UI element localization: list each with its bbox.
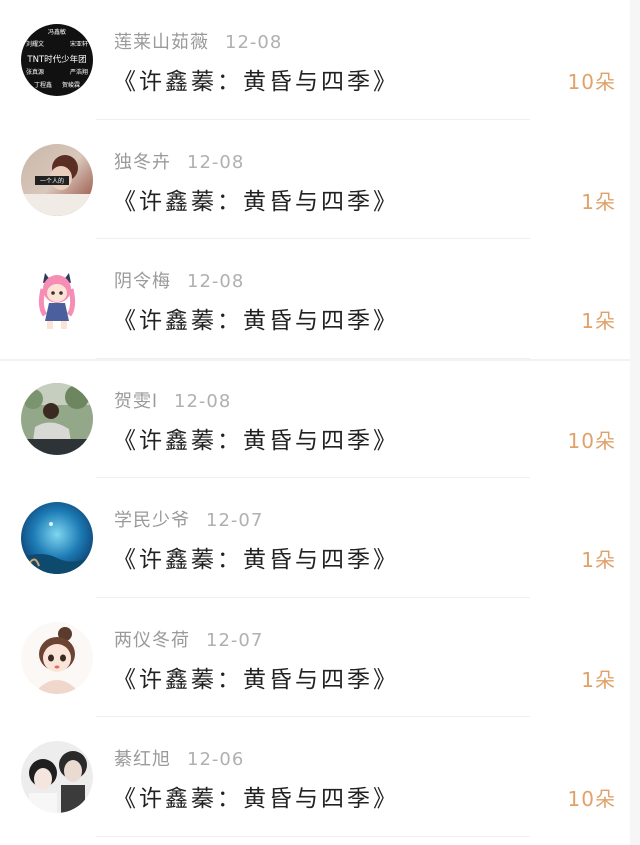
date: 12-08 <box>187 151 245 173</box>
avatar-text: 张真源 <box>26 68 44 76</box>
gift-count: 1朵 <box>581 548 616 572</box>
list-item[interactable]: 两仪冬荷 12-07 《许鑫蓁：黄昏与四季》 1朵 <box>0 597 640 717</box>
avatar-text: 贺峻霖 <box>62 81 80 89</box>
gift-count: 1朵 <box>581 667 616 692</box>
avatar-text: 冯鑫敏 <box>48 28 66 36</box>
item-title[interactable]: 《许鑫蓁：黄昏与四季》 <box>113 182 399 216</box>
gift-count: 10朵 <box>567 428 616 453</box>
couple-avatar-icon <box>21 741 93 813</box>
date: 12-07 <box>206 510 264 531</box>
avatar-text: 刘耀文 <box>26 40 44 48</box>
list-item[interactable]: 阴令梅 12-08 《许鑫蓁：黄昏与四季》 1朵 <box>0 239 640 359</box>
meta: 两仪冬荷 12-07 <box>114 626 263 652</box>
username[interactable]: 綦红旭 <box>114 749 171 770</box>
item-title[interactable]: 《许鑫蓁：黄昏与四季》 <box>113 779 399 813</box>
item-title[interactable]: 《许鑫蓁：黄昏与四季》 <box>113 301 399 335</box>
item-title[interactable]: 《许鑫蓁：黄昏与四季》 <box>113 540 399 574</box>
item-title[interactable]: 《许鑫蓁：黄昏与四季》 <box>113 62 399 96</box>
date: 12-08 <box>174 390 232 412</box>
avatar[interactable] <box>21 502 93 574</box>
avatar[interactable]: 冯鑫敏 刘耀文 宋亚轩 TNT时代少年团 张真源 严浩翔 丁程鑫 贺峻霖 <box>21 24 93 96</box>
scrollbar-track[interactable] <box>630 0 640 845</box>
gift-count: 1朵 <box>581 189 616 214</box>
avatar[interactable] <box>21 263 93 335</box>
meta: 贺雯l 12-08 <box>114 387 231 413</box>
meta: 独冬卉 12-08 <box>114 148 244 174</box>
item-title[interactable]: 《许鑫蓁：黄昏与四季》 <box>113 660 399 694</box>
photo-avatar-icon: 一个人的 <box>21 143 93 216</box>
meta: 学民少爷 12-07 <box>114 506 263 532</box>
username[interactable]: 两仪冬荷 <box>114 630 190 651</box>
date: 12-07 <box>206 629 264 651</box>
anime-girl-avatar-icon <box>21 263 93 335</box>
list-item[interactable]: 贺雯l 12-08 《许鑫蓁：黄昏与四季》 10朵 <box>0 358 640 478</box>
meta: 阴令梅 12-08 <box>114 267 244 293</box>
username[interactable]: 独冬卉 <box>114 152 171 173</box>
meta: 綦红旭 12-06 <box>114 745 244 771</box>
avatar-text: TNT时代少年团 <box>26 54 86 65</box>
avatar[interactable] <box>21 741 93 813</box>
gift-list: 冯鑫敏 刘耀文 宋亚轩 TNT时代少年团 张真源 严浩翔 丁程鑫 贺峻霖 莲莱山… <box>0 0 640 845</box>
gift-count: 1朵 <box>581 309 616 333</box>
ocean-avatar-icon <box>21 502 93 574</box>
username[interactable]: 阴令梅 <box>114 271 171 292</box>
date: 12-08 <box>225 32 283 53</box>
item-title[interactable]: 《许鑫蓁：黄昏与四季》 <box>113 421 399 455</box>
list-item[interactable]: 学民少爷 12-07 《许鑫蓁：黄昏与四季》 1朵 <box>0 478 640 598</box>
list-item[interactable]: 一个人的 独冬卉 12-08 《许鑫蓁：黄昏与四季》 1朵 <box>0 119 640 239</box>
date: 12-06 <box>187 749 245 770</box>
username[interactable]: 学民少爷 <box>114 510 190 531</box>
gift-count: 10朵 <box>567 787 616 811</box>
date: 12-08 <box>187 271 245 292</box>
section-separator <box>0 359 640 361</box>
avatar[interactable] <box>21 621 93 694</box>
avatar-text: 严浩翔 <box>70 68 88 76</box>
divider <box>96 835 530 837</box>
avatar-text: 宋亚轩 <box>70 40 88 48</box>
username[interactable]: 莲莱山茹薇 <box>114 32 209 53</box>
gift-count: 10朵 <box>567 70 616 94</box>
avatar-text: 丁程鑫 <box>34 81 52 89</box>
tnt-text-avatar-icon: 冯鑫敏 刘耀文 宋亚轩 TNT时代少年团 张真源 严浩翔 丁程鑫 贺峻霖 <box>21 24 93 96</box>
avatar[interactable] <box>21 382 93 455</box>
list-item[interactable]: 冯鑫敏 刘耀文 宋亚轩 TNT时代少年团 张真源 严浩翔 丁程鑫 贺峻霖 莲莱山… <box>0 0 640 120</box>
meta: 莲莱山茹薇 12-08 <box>114 28 282 54</box>
outdoor-photo-avatar-icon <box>21 382 93 455</box>
list-item[interactable]: 綦红旭 12-06 《许鑫蓁：黄昏与四季》 10朵 <box>0 717 640 837</box>
doll-avatar-icon <box>21 621 93 694</box>
username[interactable]: 贺雯l <box>114 391 158 412</box>
avatar-text: 一个人的 <box>40 177 64 185</box>
avatar[interactable]: 一个人的 <box>21 143 93 216</box>
